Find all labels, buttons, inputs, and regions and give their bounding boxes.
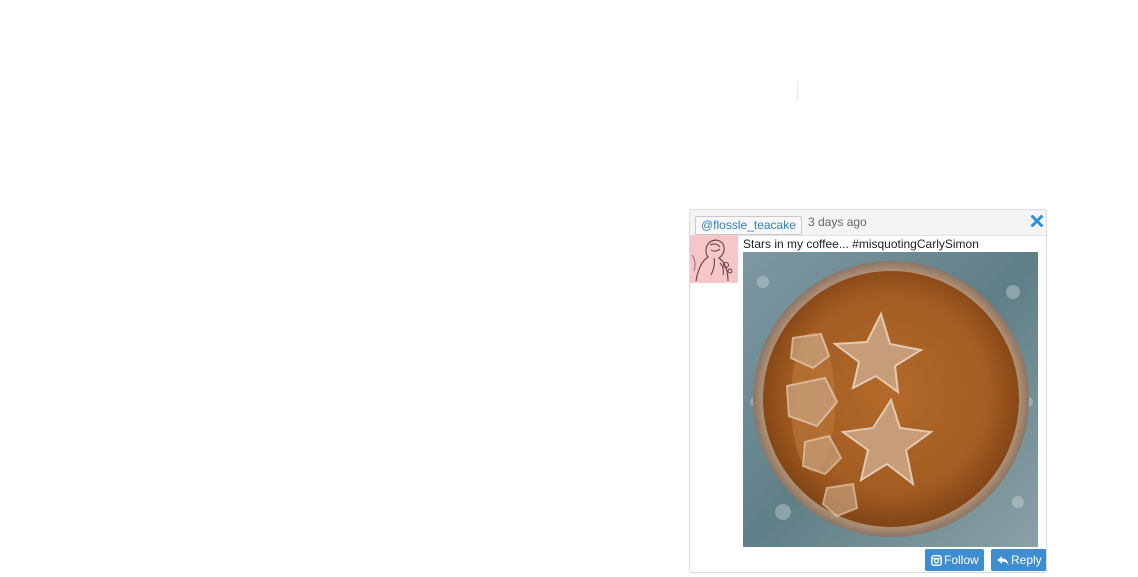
reply-icon [997, 551, 1009, 572]
post-photo[interactable] [743, 252, 1038, 547]
close-icon[interactable] [1030, 214, 1044, 228]
faint-divider [797, 82, 798, 100]
instagram-icon [931, 551, 942, 572]
follow-button[interactable]: Follow [925, 549, 984, 571]
post-timestamp: 3 days ago [808, 215, 867, 229]
post-header: @flossle_teacake 3 days ago [690, 210, 1046, 236]
social-post-card: @flossle_teacake 3 days ago Stars in my … [689, 209, 1047, 573]
reply-label: Reply [1011, 553, 1042, 567]
follow-label: Follow [944, 553, 979, 567]
user-handle-link[interactable]: @flossle_teacake [695, 216, 802, 235]
post-caption: Stars in my coffee... #misquotingCarlySi… [743, 237, 979, 251]
reply-button[interactable]: Reply [991, 549, 1046, 572]
avatar[interactable] [690, 235, 738, 283]
